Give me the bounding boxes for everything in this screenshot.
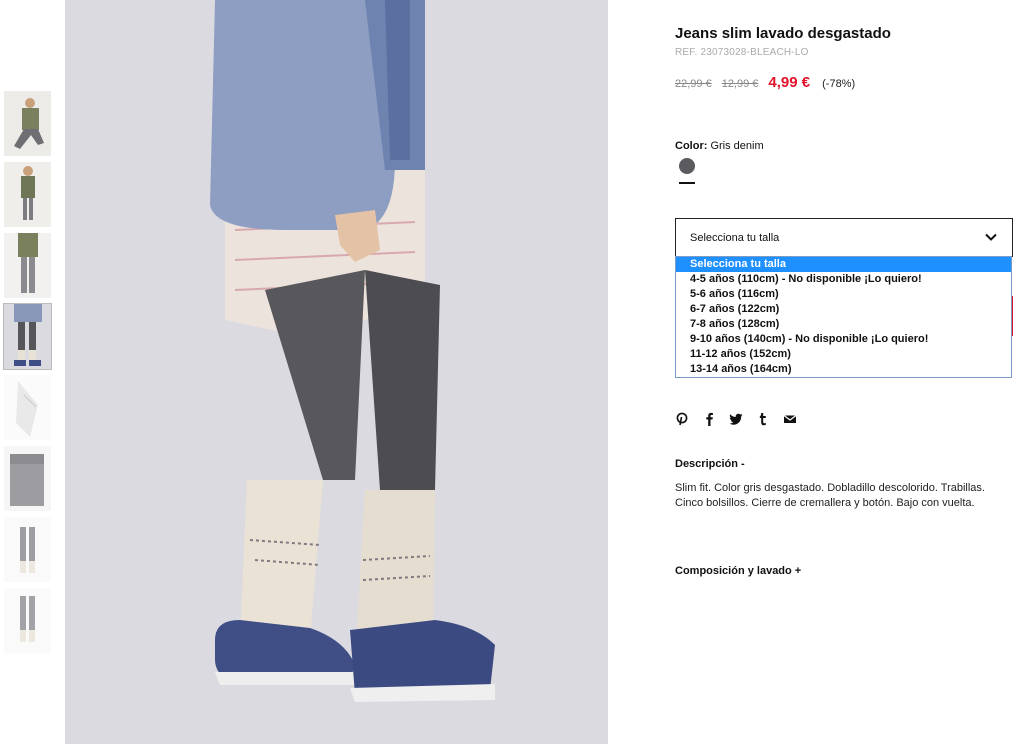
- current-price: 4,99 €: [768, 74, 811, 91]
- color-value: Gris denim: [710, 140, 764, 152]
- thumbnail-5[interactable]: [4, 375, 51, 440]
- thumbnail-3[interactable]: [4, 233, 51, 298]
- product-title: Jeans slim lavado desgastado: [675, 25, 891, 42]
- size-option[interactable]: 11-12 años (152cm): [676, 347, 1011, 362]
- tumblr-icon[interactable]: [756, 410, 783, 428]
- thumbnail-8[interactable]: [4, 588, 51, 653]
- size-option[interactable]: 4-5 años (110cm) - No disponible ¡Lo qui…: [676, 272, 1011, 287]
- facebook-icon[interactable]: [702, 410, 729, 428]
- size-dropdown-list: Selecciona tu talla 4-5 años (110cm) - N…: [675, 256, 1012, 378]
- description-text: Slim fit. Color gris desgastado. Dobladi…: [675, 482, 985, 509]
- twitter-icon[interactable]: [729, 410, 756, 428]
- thumbnail-7[interactable]: [4, 517, 51, 582]
- size-option[interactable]: 13-14 años (164cm): [676, 362, 1011, 377]
- swatch-selected-indicator: [679, 182, 695, 184]
- size-select-label: Selecciona tu talla: [690, 231, 780, 244]
- email-icon[interactable]: [783, 410, 810, 428]
- discount-badge: (-78%): [822, 78, 856, 90]
- color-swatch-gris-denim[interactable]: [679, 158, 695, 174]
- thumbnail-2[interactable]: [4, 162, 51, 227]
- thumbnail-list: [3, 91, 52, 659]
- size-select[interactable]: Selecciona tu talla: [675, 218, 1013, 257]
- price-row: 22,99 € 12,99 € 4,99 € (-78%): [675, 74, 855, 91]
- thumbnail-4[interactable]: [3, 303, 52, 370]
- original-price: 22,99 €: [675, 78, 712, 90]
- share-bar: [675, 410, 810, 428]
- thumbnail-6[interactable]: [4, 446, 51, 511]
- description-toggle[interactable]: Descripción -: [675, 458, 745, 470]
- product-reference: REF. 23073028-BLEACH-LO: [675, 47, 809, 58]
- chevron-down-icon: [985, 233, 997, 241]
- thumbnail-1[interactable]: [4, 91, 51, 156]
- size-option[interactable]: 5-6 años (116cm): [676, 287, 1011, 302]
- size-option[interactable]: 6-7 años (122cm): [676, 302, 1011, 317]
- pinterest-icon[interactable]: [675, 410, 702, 428]
- color-label: Color:: [675, 140, 708, 152]
- previous-price: 12,99 €: [721, 78, 759, 90]
- size-option[interactable]: 9-10 años (140cm) - No disponible ¡Lo qu…: [676, 332, 1011, 347]
- size-option[interactable]: 7-8 años (128cm): [676, 317, 1011, 332]
- size-option[interactable]: Selecciona tu talla: [676, 257, 1011, 272]
- main-product-image: [65, 0, 608, 744]
- color-label-row: Color: Gris denim: [675, 140, 764, 152]
- composition-toggle[interactable]: Composición y lavado +: [675, 565, 801, 577]
